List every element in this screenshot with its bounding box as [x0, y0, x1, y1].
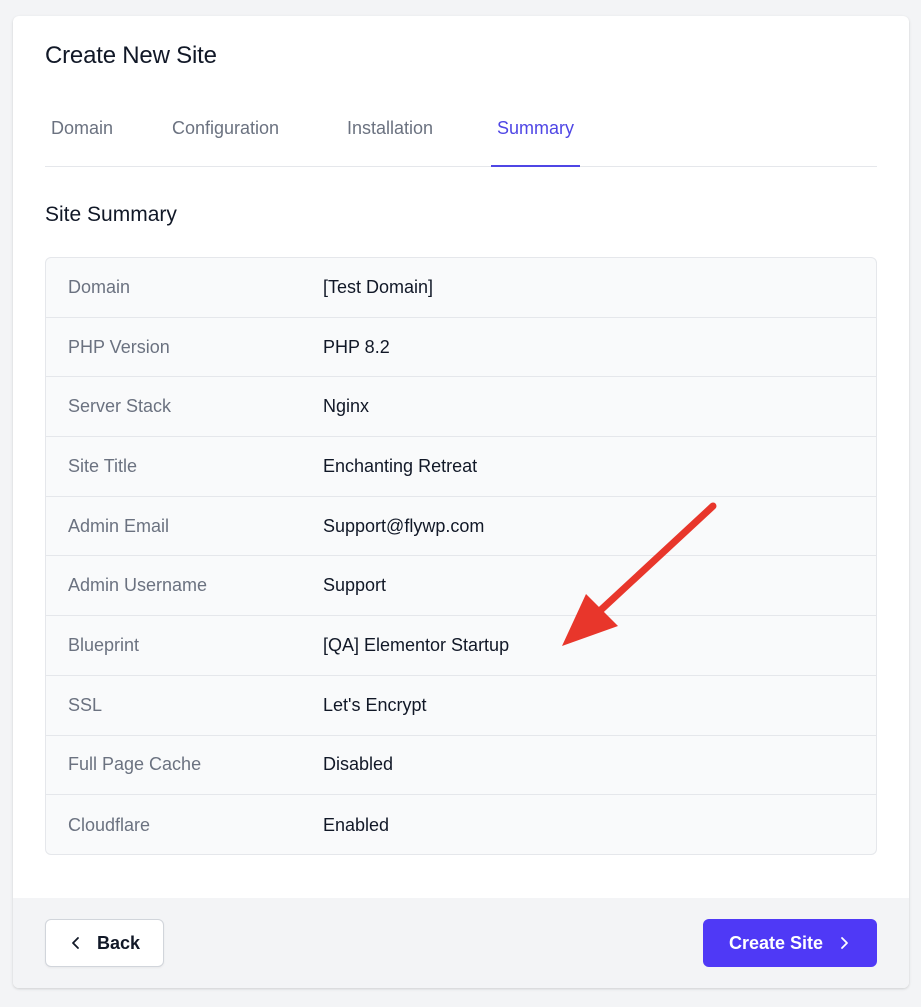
- row-label: Full Page Cache: [68, 754, 202, 775]
- row-label: Site Title: [68, 455, 138, 476]
- row-value: Support: [323, 575, 387, 596]
- row-label: Admin Email: [68, 515, 170, 536]
- create-site-button-label: Create Site: [728, 932, 824, 953]
- row-label: Domain: [68, 276, 131, 297]
- back-button-label: Back: [96, 932, 141, 953]
- summary-row-cloudflare: Cloudflare Enabled: [46, 795, 876, 854]
- step-tabs: Domain Configuration Installation Summar…: [45, 106, 877, 167]
- row-value: Support@flywp.com: [323, 515, 485, 536]
- summary-table: Domain [Test Domain] PHP Version PHP 8.2…: [45, 257, 877, 855]
- chevron-left-icon: [69, 936, 83, 950]
- row-label: Blueprint: [68, 634, 140, 655]
- chevron-right-icon: [837, 936, 851, 950]
- row-value: Disabled: [323, 754, 394, 775]
- row-value: [QA] Elementor Startup: [323, 634, 510, 655]
- summary-row-domain: Domain [Test Domain]: [46, 258, 876, 318]
- summary-row-server-stack: Server Stack Nginx: [46, 377, 876, 438]
- create-site-card: Create New Site Domain Configuration Ins…: [13, 16, 909, 988]
- tab-summary[interactable]: Summary: [491, 106, 581, 167]
- section-title: Site Summary: [45, 203, 177, 226]
- summary-row-admin-email: Admin Email Support@flywp.com: [46, 497, 876, 557]
- back-button[interactable]: Back: [45, 919, 164, 967]
- row-label: Admin Username: [68, 575, 208, 596]
- row-value: Let's Encrypt: [323, 694, 427, 715]
- summary-row-ssl: SSL Let's Encrypt: [46, 676, 876, 736]
- row-label: Cloudflare: [68, 814, 151, 835]
- summary-row-full-page-cache: Full Page Cache Disabled: [46, 736, 876, 796]
- row-label: Server Stack: [68, 396, 172, 417]
- row-label: PHP Version: [68, 336, 170, 357]
- tab-configuration[interactable]: Configuration: [166, 106, 285, 167]
- summary-row-php-version: PHP Version PHP 8.2: [46, 318, 876, 378]
- tab-installation[interactable]: Installation: [341, 106, 439, 167]
- row-value: Enchanting Retreat: [323, 455, 478, 476]
- summary-row-blueprint: Blueprint [QA] Elementor Startup: [46, 616, 876, 676]
- row-label: SSL: [68, 694, 103, 715]
- row-value: PHP 8.2: [323, 336, 390, 357]
- summary-row-site-title: Site Title Enchanting Retreat: [46, 437, 876, 497]
- row-value: Nginx: [323, 396, 370, 417]
- card-footer: Back Create Site: [13, 898, 909, 988]
- summary-row-admin-username: Admin Username Support: [46, 556, 876, 617]
- row-value: [Test Domain]: [323, 276, 434, 297]
- row-value: Enabled: [323, 814, 390, 835]
- tab-domain[interactable]: Domain: [45, 106, 119, 167]
- create-site-button[interactable]: Create Site: [703, 919, 877, 967]
- page-title: Create New Site: [45, 42, 217, 69]
